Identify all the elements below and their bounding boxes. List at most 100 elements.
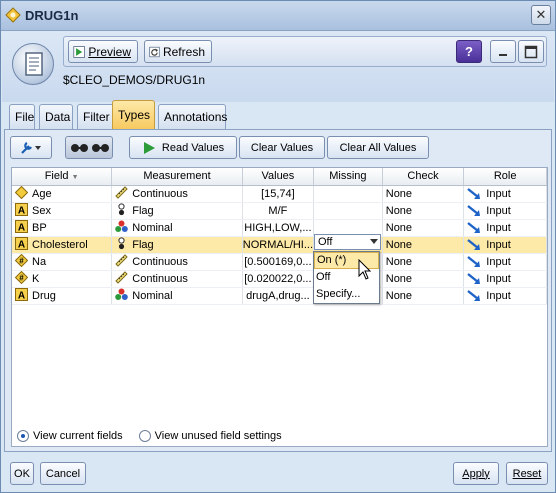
field-cell[interactable]: A Cholesterol bbox=[12, 236, 113, 254]
tab-data[interactable]: Data bbox=[39, 104, 73, 129]
role-cell[interactable]: Input bbox=[463, 287, 547, 305]
values-cell[interactable]: drugA,drug... bbox=[242, 287, 315, 305]
table-row[interactable]: A BP Nominal HIGH,LOW,... None Input bbox=[12, 219, 547, 237]
maximize-button[interactable] bbox=[518, 40, 544, 63]
close-icon: ✕ bbox=[535, 7, 547, 22]
preview-button[interactable]: Preview bbox=[68, 40, 138, 63]
values-cell[interactable]: M/F bbox=[242, 202, 315, 220]
role-cell[interactable]: Input bbox=[463, 185, 547, 203]
field-cell[interactable]: # K bbox=[12, 270, 113, 288]
values-cell[interactable]: NORMAL/HI... bbox=[242, 236, 315, 254]
clear-all-values-button[interactable]: Clear All Values bbox=[327, 136, 429, 159]
maximize-icon bbox=[524, 45, 538, 58]
string-type-icon: A bbox=[15, 236, 32, 253]
measurement-cell[interactable]: Continuous bbox=[111, 185, 243, 203]
field-cell[interactable]: Age bbox=[12, 185, 113, 203]
column-header-role[interactable]: Role bbox=[463, 168, 547, 186]
measurement-cell[interactable]: Nominal bbox=[111, 219, 243, 237]
column-header-missing[interactable]: Missing bbox=[313, 168, 383, 186]
column-header-check[interactable]: Check bbox=[382, 168, 465, 186]
check-cell[interactable]: None bbox=[382, 287, 465, 305]
tab-file[interactable]: File bbox=[9, 104, 35, 129]
glasses-icon bbox=[71, 143, 109, 152]
missing-select[interactable]: Off bbox=[314, 234, 381, 250]
measurement-value: Nominal bbox=[132, 221, 173, 234]
table-row[interactable]: A Cholesterol Flag NORMAL/HI... None Input bbox=[12, 236, 547, 254]
nominal-icon bbox=[115, 288, 132, 304]
table-row[interactable]: A Sex Flag M/F None Input bbox=[12, 202, 547, 220]
role-cell[interactable]: Input bbox=[463, 219, 547, 237]
values-cell[interactable]: [15,74] bbox=[242, 185, 315, 203]
sort-indicator-icon: ▼ bbox=[71, 174, 79, 182]
read-values-button[interactable]: Read Values bbox=[129, 136, 237, 159]
view-unused-radio[interactable] bbox=[138, 430, 151, 442]
tools-menu-button[interactable] bbox=[10, 136, 52, 159]
minimize-button[interactable] bbox=[490, 40, 516, 63]
measurement-cell[interactable]: Continuous bbox=[111, 253, 243, 271]
table-row[interactable]: A Drug Nominal drugA,drug... None Input bbox=[12, 287, 547, 305]
measurement-value: Continuous bbox=[132, 187, 188, 200]
role-value: Input bbox=[486, 272, 511, 285]
clear-all-values-label: Clear All Values bbox=[339, 141, 417, 154]
values-cell[interactable]: [0.500169,0... bbox=[242, 253, 315, 271]
check-cell[interactable]: None bbox=[382, 270, 465, 288]
string-type-icon: A bbox=[15, 202, 32, 219]
values-cell[interactable]: [0.020022,0... bbox=[242, 270, 315, 288]
table-row[interactable]: Age Continuous [15,74] None Input bbox=[12, 185, 547, 203]
missing-cell[interactable] bbox=[313, 202, 383, 220]
check-cell[interactable]: None bbox=[382, 253, 465, 271]
close-button[interactable]: ✕ bbox=[531, 5, 551, 25]
column-header-field[interactable]: Field ▼ bbox=[12, 168, 113, 186]
ok-button[interactable]: OK bbox=[10, 462, 34, 485]
tab-filter[interactable]: Filter bbox=[77, 104, 115, 129]
reset-button[interactable]: Reset bbox=[506, 462, 548, 485]
help-icon: ? bbox=[465, 44, 473, 59]
field-cell[interactable]: A Sex bbox=[12, 202, 113, 220]
preview-icon bbox=[73, 45, 85, 58]
measurement-value: Continuous bbox=[132, 272, 188, 285]
cancel-button[interactable]: Cancel bbox=[40, 462, 86, 485]
view-unused-label: View unused field settings bbox=[154, 430, 282, 442]
field-name: BP bbox=[32, 221, 47, 234]
field-name: Cholesterol bbox=[32, 238, 88, 251]
role-cell[interactable]: Input bbox=[463, 270, 547, 288]
table-row[interactable]: # Na Continuous [0.500169,0... None Input bbox=[12, 253, 547, 271]
check-cell[interactable]: None bbox=[382, 202, 465, 220]
column-header-measurement[interactable]: Measurement bbox=[111, 168, 243, 186]
check-cell[interactable]: None bbox=[382, 236, 465, 254]
column-header-values[interactable]: Values bbox=[242, 168, 315, 186]
refresh-button[interactable]: Refresh bbox=[144, 40, 212, 63]
types-table: Field ▼ Measurement Values Missing Check… bbox=[11, 167, 548, 447]
refresh-icon bbox=[149, 46, 160, 57]
measurement-cell[interactable]: Continuous bbox=[111, 270, 243, 288]
field-cell[interactable]: # Na bbox=[12, 253, 113, 271]
input-arrow-icon bbox=[467, 255, 481, 267]
svg-text:A: A bbox=[18, 290, 25, 301]
measurement-cell[interactable]: Flag bbox=[111, 236, 243, 254]
missing-option-specify[interactable]: Specify... bbox=[314, 286, 379, 303]
clear-values-button[interactable]: Clear Values bbox=[239, 136, 325, 159]
view-current-radio[interactable] bbox=[17, 430, 29, 442]
measurement-cell[interactable]: Nominal bbox=[111, 287, 243, 305]
table-row[interactable]: # K Continuous [0.020022,0... None Input bbox=[12, 270, 547, 288]
check-cell[interactable]: None bbox=[382, 185, 465, 203]
field-cell[interactable]: A BP bbox=[12, 219, 113, 237]
check-cell[interactable]: None bbox=[382, 219, 465, 237]
mouse-pointer-icon bbox=[358, 259, 372, 280]
view-toggle-button[interactable] bbox=[65, 136, 113, 159]
tab-types[interactable]: Types bbox=[112, 100, 155, 129]
missing-cell[interactable] bbox=[313, 185, 383, 203]
role-cell[interactable]: Input bbox=[463, 202, 547, 220]
measurement-cell[interactable]: Flag bbox=[111, 202, 243, 220]
role-cell[interactable]: Input bbox=[463, 236, 547, 254]
values-cell[interactable]: HIGH,LOW,... bbox=[242, 219, 315, 237]
role-cell[interactable]: Input bbox=[463, 253, 547, 271]
help-button[interactable]: ? bbox=[456, 40, 482, 63]
source-node-icon bbox=[12, 43, 54, 85]
string-type-icon: A bbox=[15, 219, 32, 236]
tab-annotations[interactable]: Annotations bbox=[158, 104, 227, 129]
apply-button[interactable]: Apply bbox=[453, 462, 499, 485]
view-options: View current fields View unused field se… bbox=[17, 430, 282, 442]
field-cell[interactable]: A Drug bbox=[12, 287, 113, 305]
nominal-icon bbox=[115, 220, 132, 236]
